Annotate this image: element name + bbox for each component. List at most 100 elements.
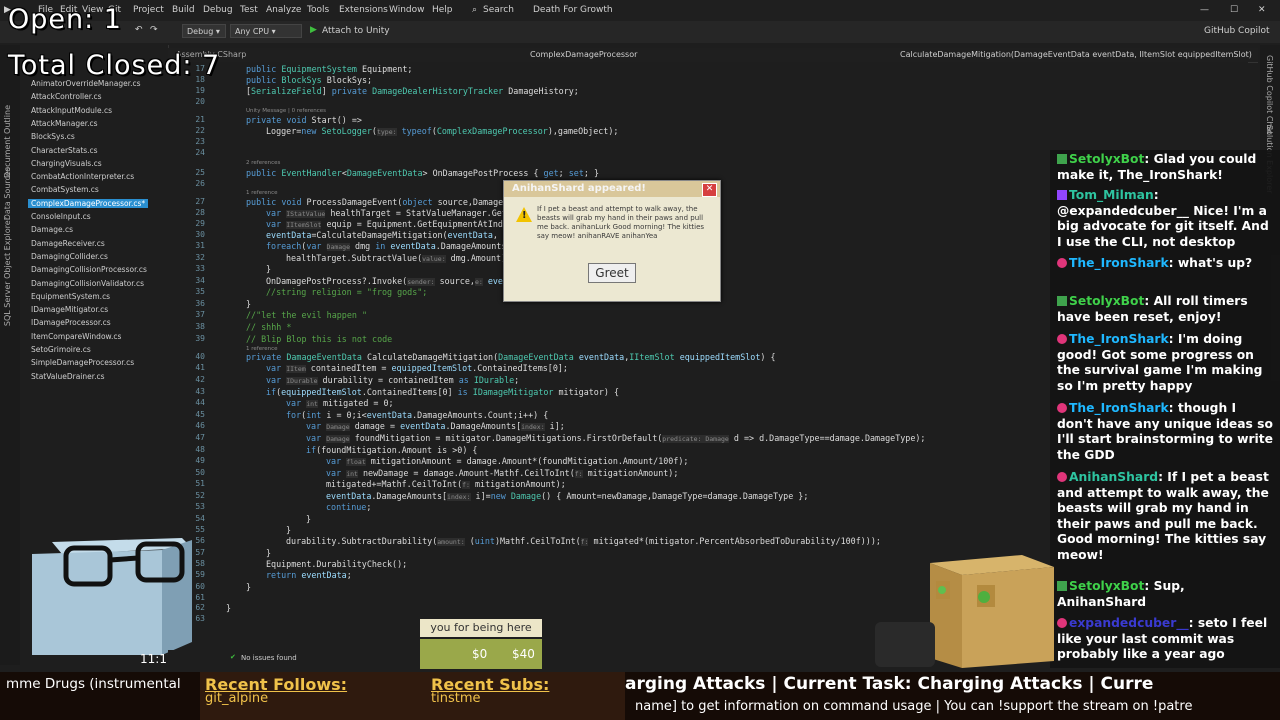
close-icon[interactable]: ✕ bbox=[702, 183, 717, 197]
chat-username[interactable]: The_IronShark bbox=[1069, 256, 1169, 270]
window-maximize-icon[interactable]: ☐ bbox=[1230, 5, 1238, 15]
line-number: 30 bbox=[195, 230, 205, 239]
chat-username[interactable]: SetolyxBot bbox=[1069, 152, 1144, 166]
left-vertical-tabs: Document Outline Data Sources SQL Server… bbox=[0, 45, 20, 665]
line-number: 36 bbox=[195, 299, 205, 308]
code-line: Logger=new SetoLogger(type: typeof(Compl… bbox=[266, 126, 619, 136]
solution-file-item[interactable]: AttackController.cs bbox=[31, 92, 102, 101]
solution-file-item[interactable]: CombatSystem.cs bbox=[31, 185, 99, 194]
solution-file-item[interactable]: Damage.cs bbox=[31, 225, 73, 234]
solution-file-item[interactable]: CharacterStats.cs bbox=[31, 146, 98, 155]
current-task-ticker: arging Attacks | Current Task: Charging … bbox=[625, 674, 1154, 694]
chat-username[interactable]: The_IronShark bbox=[1069, 332, 1169, 346]
menu-extensions[interactable]: Extensions bbox=[339, 5, 388, 15]
toolbar: ↶ ↷ Debug ▾ Any CPU ▾ ▶ Attach to Unity … bbox=[0, 21, 1280, 43]
chat-badge-icon bbox=[1057, 258, 1067, 268]
solution-file-item[interactable]: DamagingCollider.cs bbox=[31, 252, 108, 261]
class-dropdown[interactable]: ComplexDamageProcessor bbox=[530, 50, 637, 59]
copilot-button[interactable]: GitHub Copilot bbox=[1204, 26, 1270, 36]
attach-button[interactable]: Attach to Unity bbox=[322, 26, 390, 36]
search-box[interactable]: Search bbox=[483, 5, 514, 15]
solution-file-item[interactable]: ComplexDamageProcessor.cs* bbox=[28, 198, 149, 208]
solution-file-item[interactable]: BlockSys.cs bbox=[31, 132, 75, 141]
solution-file-item[interactable]: SetoGrimoire.cs bbox=[31, 345, 91, 354]
code-lens[interactable]: Unity Message | 0 references bbox=[246, 108, 326, 114]
menu-build[interactable]: Build bbox=[172, 5, 195, 15]
solution-file-item[interactable]: EquipmentSystem.cs bbox=[31, 292, 110, 301]
line-number: 49 bbox=[195, 456, 205, 465]
greet-button[interactable]: Greet bbox=[588, 263, 636, 283]
copilot-chat-tab[interactable]: GitHub Copilot Chat bbox=[1265, 55, 1274, 135]
line-number: 38 bbox=[195, 322, 205, 331]
code-line: var Damage foundMitigation = mitigator.D… bbox=[306, 433, 926, 443]
solution-file-item[interactable]: DamagingCollisionValidator.cs bbox=[31, 279, 144, 288]
search-icon[interactable]: ⌕ bbox=[472, 5, 477, 15]
solution-file-item[interactable]: IDamageMitigator.cs bbox=[31, 305, 108, 314]
line-number: 43 bbox=[195, 387, 205, 396]
code-lens[interactable]: 2 references bbox=[246, 160, 280, 166]
chat-username[interactable]: The_IronShark bbox=[1069, 401, 1169, 415]
line-number: 28 bbox=[195, 208, 205, 217]
data-sources-tab[interactable]: Data Sources bbox=[3, 167, 12, 220]
undo-icon[interactable]: ↶ bbox=[135, 25, 143, 35]
chat-username[interactable]: AnihanShard bbox=[1069, 470, 1158, 484]
code-line: public EventHandler<DamageEventData> OnD… bbox=[246, 168, 600, 178]
code-line: } bbox=[266, 548, 272, 558]
solution-file-item[interactable]: DamagingCollisionProcessor.cs bbox=[31, 265, 147, 274]
code-lens[interactable]: 1 reference bbox=[246, 190, 278, 196]
config-dropdown[interactable]: Debug ▾ bbox=[182, 24, 226, 38]
menu-tools[interactable]: Tools bbox=[307, 5, 329, 15]
chat-badge-icon bbox=[1057, 581, 1067, 591]
code-line: public EquipmentSystem Equipment; bbox=[246, 64, 413, 74]
code-line: var IItemSlot equip = Equipment.GetEquip… bbox=[266, 219, 508, 229]
greet-dialog: AnihanShard appeared! ✕ ! If I pet a bea… bbox=[503, 180, 721, 302]
platform-dropdown[interactable]: Any CPU ▾ bbox=[230, 24, 302, 38]
menu-project[interactable]: Project bbox=[133, 5, 164, 15]
box-cube-avatar bbox=[922, 553, 1057, 668]
method-dropdown[interactable]: CalculateDamageMitigation(DamageEventDat… bbox=[900, 50, 1252, 59]
chat-username[interactable]: SetolyxBot bbox=[1069, 294, 1144, 308]
menu-test[interactable]: Test bbox=[240, 5, 258, 15]
line-number: 48 bbox=[195, 445, 205, 454]
issues-status[interactable]: No issues found bbox=[241, 654, 297, 662]
chat-message: SetolyxBot: Glad you could make it, The_… bbox=[1057, 152, 1275, 183]
solution-file-item[interactable]: ChargingVisuals.cs bbox=[31, 159, 102, 168]
solution-file-item[interactable]: ConsoleInput.cs bbox=[31, 212, 91, 221]
chat-text: : what's up? bbox=[1168, 256, 1253, 270]
code-line: return eventData; bbox=[266, 570, 352, 580]
recent-follows-value: git_alpine bbox=[205, 691, 269, 706]
window-close-icon[interactable]: ✕ bbox=[1258, 5, 1266, 15]
line-number: 46 bbox=[195, 421, 205, 430]
solution-file-item[interactable]: DamageReceiver.cs bbox=[31, 239, 105, 248]
goal-text: you for being here bbox=[420, 619, 542, 637]
solution-file-item[interactable]: StatValueDrainer.cs bbox=[31, 372, 105, 381]
chat-badge-icon bbox=[1057, 296, 1067, 306]
code-line: for(int i = 0;i<eventData.DamageAmounts.… bbox=[286, 410, 549, 420]
line-number: 27 bbox=[195, 197, 205, 206]
code-line: var int newDamage = damage.Amount-Mathf.… bbox=[326, 468, 679, 478]
menu-help[interactable]: Help bbox=[432, 5, 453, 15]
code-line: var int mitigated = 0; bbox=[286, 398, 394, 408]
chat-badge-icon bbox=[1057, 472, 1067, 482]
chat-username[interactable]: expandedcuber__ bbox=[1069, 616, 1189, 630]
menu-window[interactable]: Window bbox=[389, 5, 425, 15]
solution-file-item[interactable]: ItemCompareWindow.cs bbox=[31, 332, 121, 341]
code-line: //"let the evil happen " bbox=[246, 310, 368, 320]
chat-username[interactable]: SetolyxBot bbox=[1069, 579, 1144, 593]
line-number: 42 bbox=[195, 375, 205, 384]
solution-file-item[interactable]: CombatActionInterpreter.cs bbox=[31, 172, 134, 181]
sql-explorer-tab[interactable]: SQL Server Object Explorer bbox=[3, 217, 12, 326]
solution-file-item[interactable]: IDamageProcessor.cs bbox=[31, 318, 111, 327]
solution-file-item[interactable]: AttackInputModule.cs bbox=[31, 106, 112, 115]
window-minimize-icon[interactable]: — bbox=[1200, 5, 1209, 15]
code-line: //string religion = "frog gods"; bbox=[266, 287, 428, 297]
line-number: 25 bbox=[195, 168, 205, 177]
solution-file-item[interactable]: AttackManager.cs bbox=[31, 119, 98, 128]
play-icon[interactable]: ▶ bbox=[310, 25, 317, 35]
menu-debug[interactable]: Debug bbox=[203, 5, 233, 15]
menu-analyze[interactable]: Analyze bbox=[266, 5, 301, 15]
redo-icon[interactable]: ↷ bbox=[150, 25, 158, 35]
goal-current: $0 bbox=[472, 647, 488, 661]
chat-username[interactable]: Tom_Milman bbox=[1069, 188, 1154, 202]
solution-file-item[interactable]: SimpleDamageProcessor.cs bbox=[31, 358, 134, 367]
